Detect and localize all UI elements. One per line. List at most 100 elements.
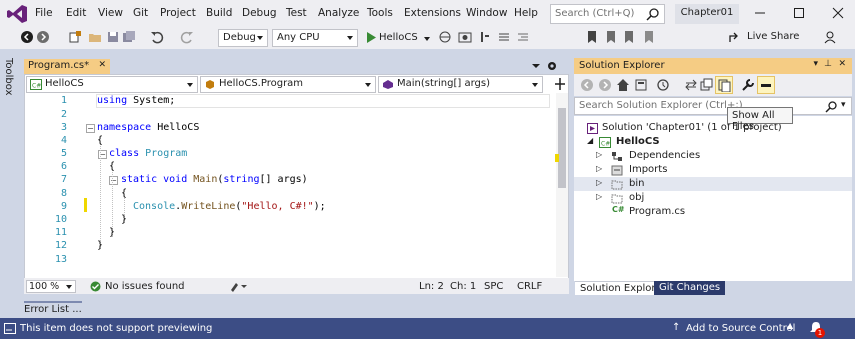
home-icon[interactable] xyxy=(616,78,630,92)
line-endings-indicator[interactable]: CRLF xyxy=(517,281,542,292)
navigate-forward-icon[interactable] xyxy=(36,30,50,44)
collapse-method-toggle[interactable]: − xyxy=(109,176,118,185)
tree-item-solution[interactable]: Solution 'Chapter01' (1 of 1 project) xyxy=(574,121,852,135)
collapsed-arrow-icon[interactable]: ▷ xyxy=(596,192,602,201)
live-share-button[interactable]: Live Share xyxy=(747,31,799,42)
navigate-back-icon[interactable] xyxy=(20,30,34,44)
redo-icon[interactable] xyxy=(180,30,194,44)
solution-configuration-dropdown[interactable]: Debug xyxy=(218,29,268,47)
properties-wrench-icon[interactable] xyxy=(741,78,755,92)
visual-studio-logo-icon xyxy=(7,5,27,23)
new-project-icon[interactable] xyxy=(68,30,82,44)
collapse-namespace-toggle[interactable]: − xyxy=(86,124,95,133)
csharp-project-icon: C# xyxy=(30,79,42,90)
close-window-icon[interactable] xyxy=(830,5,846,21)
error-list-tab[interactable]: Error List ... xyxy=(24,301,82,315)
menu-window[interactable]: Window xyxy=(466,7,507,19)
open-folder-icon[interactable] xyxy=(88,30,102,44)
tree-item-label: bin xyxy=(629,178,645,189)
project-nav-dropdown[interactable]: C# HelloCS xyxy=(26,76,198,93)
line-number: 7 xyxy=(60,174,67,185)
chevron-down-icon xyxy=(257,36,263,40)
tab-git-changes[interactable]: Git Changes xyxy=(654,281,726,295)
menu-view[interactable]: View xyxy=(98,7,123,19)
minimize-icon[interactable] xyxy=(752,5,768,21)
window-position-icon[interactable]: ▾ xyxy=(813,59,818,69)
show-all-files-button[interactable] xyxy=(715,76,733,94)
menu-file[interactable]: File xyxy=(35,7,53,19)
code-cleanup-icon[interactable] xyxy=(229,281,247,292)
add-to-source-control-button[interactable]: Add to Source Control xyxy=(686,323,795,334)
switch-views-icon[interactable] xyxy=(634,78,648,92)
step-icon[interactable] xyxy=(478,30,492,44)
maximize-icon[interactable] xyxy=(791,5,807,21)
search-icon[interactable] xyxy=(825,100,838,113)
forward-icon[interactable] xyxy=(598,78,612,92)
menu-edit[interactable]: Edit xyxy=(66,7,86,19)
menu-build[interactable]: Build xyxy=(206,7,232,19)
menu-test[interactable]: Test xyxy=(286,7,307,19)
close-pane-icon[interactable]: ✕ xyxy=(838,59,846,69)
tree-item-program-cs[interactable]: C# Program.cs xyxy=(574,205,852,219)
document-tab-program-cs[interactable]: Program.cs* ✕ xyxy=(24,59,110,74)
previous-bookmark-icon[interactable] xyxy=(604,30,618,44)
tree-item-dependencies[interactable]: ▷ Dependencies xyxy=(574,149,852,163)
menu-tools[interactable]: Tools xyxy=(367,7,393,19)
sync-icon[interactable] xyxy=(684,78,698,92)
menu-git[interactable]: Git xyxy=(133,7,148,19)
toolbox-tab[interactable]: Toolbox xyxy=(3,58,14,96)
pin-icon[interactable]: ⊥ xyxy=(824,59,832,69)
member-nav-dropdown[interactable]: Main(string[] args) xyxy=(378,76,543,93)
method-icon xyxy=(383,80,393,89)
undo-icon[interactable] xyxy=(150,30,164,44)
menu-analyze[interactable]: Analyze xyxy=(318,7,359,19)
menu-help[interactable]: Help xyxy=(514,7,538,19)
browser-link-icon[interactable] xyxy=(438,30,452,44)
class-nav-dropdown[interactable]: HelloCS.Program xyxy=(200,76,376,93)
column-indicator[interactable]: Ch: 1 xyxy=(450,281,476,292)
code-text-area[interactable] xyxy=(28,93,556,277)
bookmark-icon[interactable] xyxy=(585,30,599,44)
scrollbar-thumb[interactable] xyxy=(558,108,566,188)
collapsed-arrow-icon[interactable]: ▷ xyxy=(596,178,602,187)
line-number: 1 xyxy=(60,95,67,106)
zoom-dropdown[interactable]: 100 % xyxy=(26,280,76,293)
tree-item-bin[interactable]: ▷ bin xyxy=(574,177,852,191)
close-tab-icon[interactable]: ✕ xyxy=(98,60,106,70)
solution-platform-dropdown[interactable]: Any CPU xyxy=(272,29,358,47)
whitespace-indicator[interactable]: SPC xyxy=(484,281,503,292)
global-search-input[interactable]: Search (Ctrl+Q) xyxy=(550,4,665,24)
code-line-10: } xyxy=(121,214,128,225)
line-indicator[interactable]: Ln: 2 xyxy=(419,281,444,292)
line-number: 8 xyxy=(60,188,67,199)
feedback-icon[interactable] xyxy=(823,30,837,44)
split-editor-icon[interactable] xyxy=(554,77,566,91)
collapsed-arrow-icon[interactable]: ▷ xyxy=(596,164,602,173)
chevron-up-icon[interactable]: ▲ xyxy=(787,321,793,330)
preview-selected-items-button[interactable] xyxy=(757,76,775,94)
tree-item-imports[interactable]: ▷ Imports xyxy=(574,163,852,177)
screenshot-icon[interactable] xyxy=(458,30,472,44)
collapse-all-icon[interactable] xyxy=(700,78,714,92)
collapsed-arrow-icon[interactable]: ▷ xyxy=(596,150,602,159)
menu-extensions[interactable]: Extensions xyxy=(404,7,461,19)
pending-changes-filter-icon[interactable] xyxy=(656,78,670,92)
issues-status[interactable]: No issues found xyxy=(105,281,185,292)
tree-item-project[interactable]: ◢ C# HelloCS xyxy=(574,135,852,149)
live-share-icon[interactable] xyxy=(728,30,742,44)
save-all-icon[interactable] xyxy=(122,30,136,44)
menu-debug[interactable]: Debug xyxy=(242,7,277,19)
clear-bookmarks-icon[interactable] xyxy=(642,30,656,44)
expanded-arrow-icon[interactable]: ◢ xyxy=(587,136,593,145)
comment-icon[interactable] xyxy=(497,30,511,44)
save-icon[interactable] xyxy=(106,30,120,44)
next-bookmark-icon[interactable] xyxy=(622,30,636,44)
tree-item-obj[interactable]: ▷ obj xyxy=(574,191,852,205)
settings-gear-icon[interactable] xyxy=(546,60,558,72)
uncomment-icon[interactable] xyxy=(516,30,530,44)
tab-overflow-icon[interactable] xyxy=(531,61,541,71)
back-icon[interactable] xyxy=(580,78,594,92)
solution-explorer-search-input[interactable]: Search Solution Explorer (Ctrl+;) xyxy=(574,97,852,115)
menu-project[interactable]: Project xyxy=(160,7,196,19)
search-options-icon[interactable]: ▾ xyxy=(841,100,846,110)
